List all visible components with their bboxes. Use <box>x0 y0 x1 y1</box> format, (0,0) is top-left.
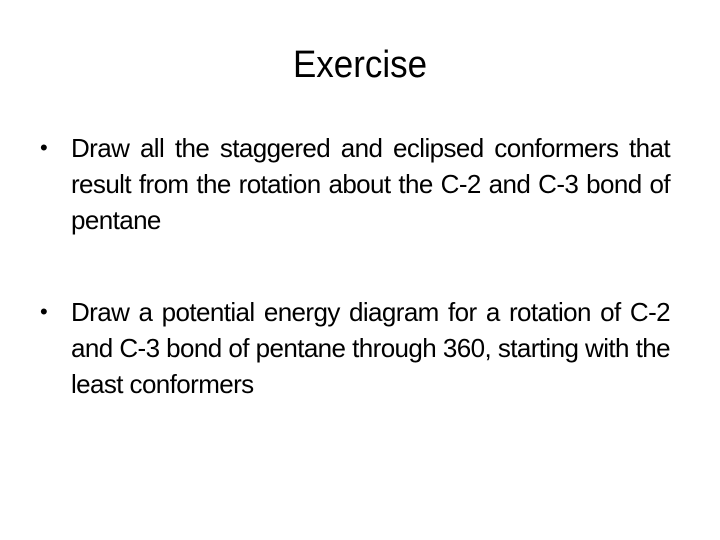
bullet-icon: • <box>40 299 48 324</box>
bullet-item: • Draw all the staggered and eclipsed co… <box>40 130 671 238</box>
bullet-list: • Draw all the staggered and eclipsed co… <box>40 130 671 402</box>
bullet-icon: • <box>40 135 48 160</box>
bullet-item: • Draw a potential energy diagram for a … <box>40 294 671 402</box>
bullet-text: Draw a potential energy diagram for a ro… <box>71 297 671 399</box>
bullet-text: Draw all the staggered and eclipsed conf… <box>71 133 671 235</box>
slide-title: Exercise <box>292 44 428 86</box>
